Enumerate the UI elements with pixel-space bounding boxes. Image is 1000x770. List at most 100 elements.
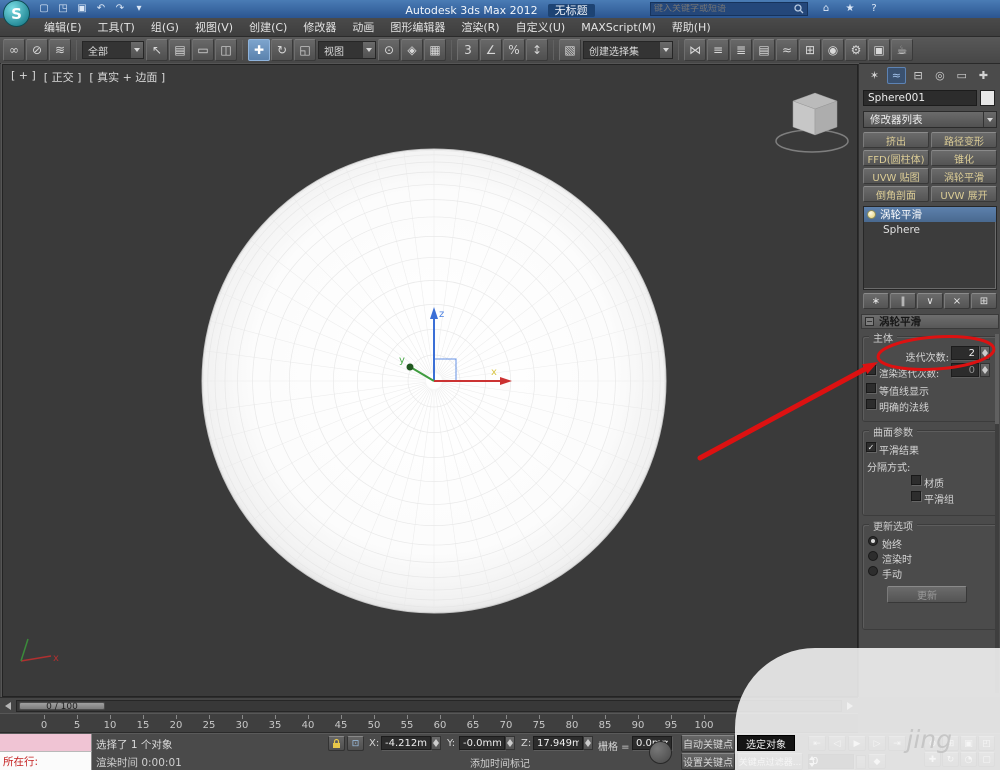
schematic-view-icon[interactable]: ⊞ [799,39,821,61]
menu-item-10[interactable]: 自定义(U) [508,17,574,37]
viewport-menu-shading[interactable]: [ 真实 + 边面 ] [89,69,165,85]
modifier-enabled-icon[interactable] [867,210,876,219]
utilities-tab[interactable]: ✚ [974,67,993,84]
menu-item-2[interactable]: 工具(T) [90,17,143,37]
help-icon[interactable]: ? [866,1,882,16]
selection-lock-toggle[interactable] [328,736,345,751]
reference-coordinate-dropdown[interactable]: 视图 [318,41,376,59]
perspective-viewport[interactable]: [ + ] [ 正交 ] [ 真实 + 边面 ] z [2,64,858,697]
chevron-down-icon[interactable] [130,42,143,58]
z-coord-spinner[interactable] [583,736,593,750]
ribbon-icon[interactable]: ▤ [753,39,775,61]
x-coord-field[interactable] [381,736,431,750]
motion-tab[interactable]: ◎ [930,67,949,84]
object-name-field[interactable] [863,90,977,106]
turbosmooth-rollout-header[interactable]: − 涡轮平滑 [861,314,999,329]
time-slider-handle[interactable]: 0 / 100 [19,702,105,710]
home-icon[interactable]: ⌂ [818,1,834,16]
viewport-menu-view[interactable]: [ 正交 ] [44,69,82,85]
add-time-tag[interactable]: 添加时间标记 [470,755,530,770]
previous-frame-arrow-icon[interactable] [5,702,11,710]
smoothing-groups-checkbox[interactable] [911,491,921,501]
panel-scrollbar[interactable] [995,334,999,693]
set-keys-big-button[interactable] [649,741,672,764]
object-color-swatch[interactable] [980,90,995,106]
select-and-rotate-icon[interactable]: ↻ [271,39,293,61]
display-tab[interactable]: ▭ [952,67,971,84]
unlink-selection-icon[interactable]: ⊘ [26,39,48,61]
hierarchy-tab[interactable]: ⊟ [909,67,928,84]
modify-tab[interactable]: ≈ [887,67,906,84]
snap-toggle-icon[interactable]: 3 [457,39,479,61]
align-icon[interactable]: ≡ [707,39,729,61]
make-unique-icon[interactable]: ∨ [917,293,943,309]
render-setup-icon[interactable]: ⚙ [845,39,867,61]
update-when-rendering-radio[interactable] [868,551,878,561]
modifier-set-button-2[interactable]: 路径变形 [931,132,997,148]
render-iterations-field[interactable] [951,363,979,377]
selection-filter-dropdown[interactable]: 全部 [82,41,144,59]
keyboard-override-icon[interactable]: ▦ [424,39,446,61]
menu-item-9[interactable]: 渲染(R) [453,17,507,37]
stack-item-turbosmooth[interactable]: 涡轮平滑 [864,207,996,222]
mirror-icon[interactable]: ⋈ [684,39,706,61]
iterations-spinner[interactable] [980,346,990,360]
menu-item-1[interactable]: 编辑(E) [36,17,90,37]
chevron-down-icon[interactable] [659,42,672,58]
menu-item-5[interactable]: 创建(C) [241,17,295,37]
render-production-icon[interactable]: ☕ [891,39,913,61]
bind-to-space-warp-icon[interactable]: ≋ [49,39,71,61]
chevron-down-icon[interactable] [983,112,996,127]
create-tab[interactable]: ✶ [865,67,884,84]
collapse-icon[interactable]: − [865,317,874,326]
modifier-set-button-7[interactable]: 倒角剖面 [863,186,929,202]
application-menu-button[interactable]: S [3,0,30,27]
track-bar[interactable]: 0510152025303540455055606570758085909510… [0,713,858,733]
y-coord-field[interactable] [459,736,505,750]
spinner-snap-icon[interactable]: ↕ [526,39,548,61]
update-manually-radio[interactable] [868,566,878,576]
menu-item-12[interactable]: 帮助(H) [664,17,719,37]
material-editor-icon[interactable]: ◉ [822,39,844,61]
pin-stack-icon[interactable]: ∗ [863,293,889,309]
modifier-set-button-3[interactable]: FFD(圆柱体) [863,150,929,166]
menu-item-11[interactable]: MAXScript(M) [573,19,664,36]
stack-item-sphere[interactable]: Sphere [864,222,996,237]
favorites-icon[interactable]: ★ [842,1,858,16]
render-iterations-checkbox[interactable] [866,365,876,375]
named-selection-sets-dropdown[interactable]: 创建选择集 [583,41,673,59]
workspace-dropdown-icon[interactable]: ▾ [131,1,147,16]
show-end-result-icon[interactable]: ‖ [890,293,916,309]
x-coord-spinner[interactable] [431,736,441,750]
select-and-link-icon[interactable]: ∞ [3,39,25,61]
maxscript-mini-listener[interactable]: 所在行: [0,752,92,770]
selection-region-icon[interactable]: ▭ [192,39,214,61]
select-and-move-icon[interactable]: ✚ [248,39,270,61]
menu-item-4[interactable]: 视图(V) [187,17,241,37]
update-button[interactable]: 更新 [887,586,967,603]
auto-key-button[interactable]: 自动关键点 [681,735,735,752]
redo-icon[interactable]: ↷ [112,1,128,16]
modifier-set-button-4[interactable]: 锥化 [931,150,997,166]
smooth-result-checkbox[interactable]: ✓ [866,442,876,452]
explicit-normals-checkbox[interactable] [866,399,876,409]
modifier-set-button-5[interactable]: UVW 贴图 [863,168,929,184]
isoline-display-checkbox[interactable] [866,383,876,393]
materials-checkbox[interactable] [911,475,921,485]
configure-modifier-sets-icon[interactable]: ⊞ [971,293,997,309]
percent-snap-icon[interactable]: % [503,39,525,61]
search-input[interactable] [654,4,794,14]
viewport-menu-pov[interactable]: [ + ] [11,69,36,85]
modifier-list-dropdown[interactable]: 修改器列表 [863,111,997,128]
angle-snap-icon[interactable]: ∠ [480,39,502,61]
window-crossing-icon[interactable]: ◫ [215,39,237,61]
save-file-icon[interactable]: ▣ [74,1,90,16]
modifier-set-button-1[interactable]: 挤出 [863,132,929,148]
maxscript-mini-listener-macro[interactable] [0,734,92,752]
menu-item-7[interactable]: 动画 [344,17,382,37]
z-coord-field[interactable] [533,736,583,750]
edit-named-sets-icon[interactable]: ▧ [559,39,581,61]
y-coord-spinner[interactable] [505,736,515,750]
iterations-field[interactable] [951,346,979,360]
select-and-manipulate-icon[interactable]: ◈ [401,39,423,61]
